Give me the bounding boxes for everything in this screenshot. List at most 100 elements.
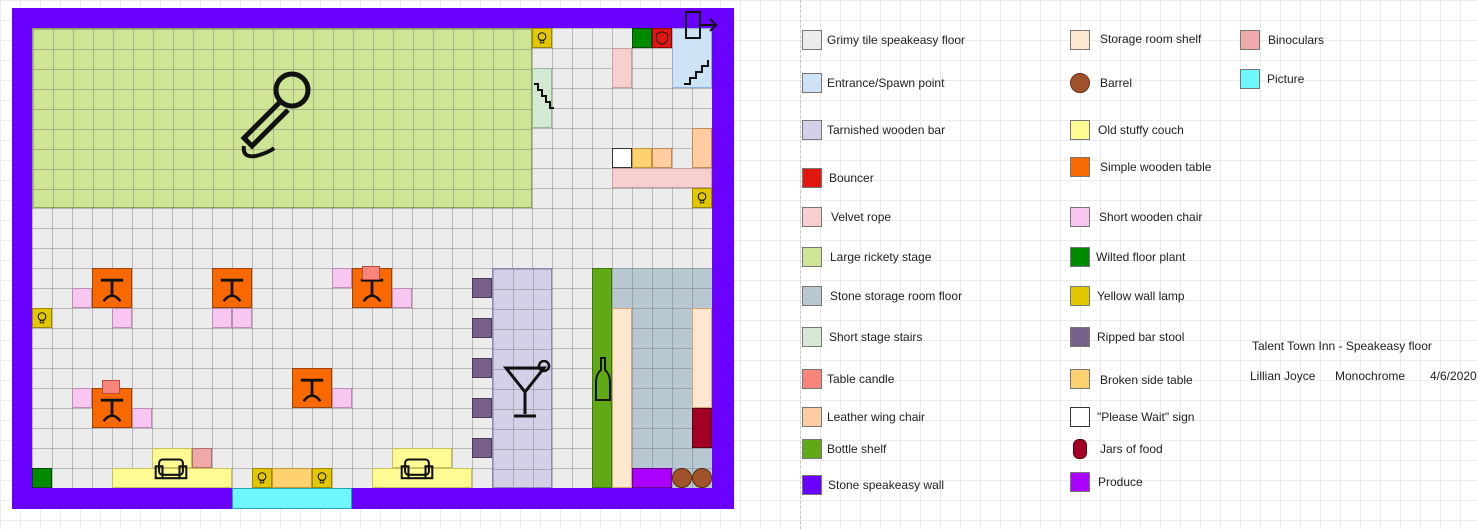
legend-divider [800, 0, 801, 529]
legend-swatch [1070, 73, 1090, 93]
legend-swatch [1070, 407, 1090, 427]
legend-label: Table candle [827, 372, 895, 386]
bar-stool [472, 358, 492, 378]
wooden-chair [332, 388, 352, 408]
light-bulb-icon [697, 192, 707, 204]
legend-label: Yellow wall lamp [1097, 289, 1185, 303]
legend-swatch [802, 30, 822, 50]
legend-label: Stone storage room floor [830, 289, 963, 303]
bar-stool [472, 438, 492, 458]
legend-label: Simple wooden table [1100, 160, 1212, 174]
legend-label: Tarnished wooden bar [827, 123, 946, 137]
wilted-plant [32, 468, 52, 488]
armchair-icon [154, 458, 188, 480]
light-bulb-icon [257, 472, 267, 484]
legend-label: Velvet rope [831, 210, 892, 224]
table-candle [102, 380, 120, 394]
barrel [672, 468, 692, 488]
storage-shelf [612, 308, 632, 488]
velvet-rope [612, 168, 712, 188]
legend-swatch [802, 475, 822, 495]
table-candle [362, 266, 380, 280]
wing-chair [652, 148, 672, 168]
legend-swatch [802, 168, 822, 188]
wing-chair [692, 128, 712, 168]
wooden-chair [212, 308, 232, 328]
legend-label: Broken side table [1100, 373, 1193, 387]
jars-of-food [692, 408, 712, 448]
please-wait-sign [612, 148, 632, 168]
legend-swatch [1070, 369, 1090, 389]
wooden-chair [72, 288, 92, 308]
wilted-plant [632, 28, 652, 48]
storage-shelf [692, 308, 712, 408]
legend-label: Jars of food [1100, 442, 1163, 456]
light-bulb-icon [317, 472, 327, 484]
legend-label: "Please Wait" sign [1097, 410, 1195, 424]
legend-swatch [1070, 157, 1090, 177]
bottle-icon [595, 357, 611, 401]
side-table [632, 148, 652, 168]
light-bulb-icon [37, 312, 47, 324]
map-date: 4/6/2020 [1430, 369, 1477, 383]
wooden-chair [332, 268, 352, 288]
wooden-chair [112, 308, 132, 328]
table-icon [360, 278, 384, 302]
legend-swatch [1070, 120, 1090, 140]
table-icon [100, 398, 124, 422]
legend-swatch [802, 369, 822, 389]
legend-label: Produce [1098, 475, 1143, 489]
speakeasy-floor-map [12, 8, 734, 509]
wooden-chair [392, 288, 412, 308]
cocktail-glass-icon [502, 360, 551, 418]
legend-swatch [1073, 439, 1087, 459]
legend-label: Binoculars [1268, 33, 1325, 47]
legend-swatch [1070, 286, 1090, 306]
microphone-icon [240, 71, 311, 159]
legend-label: Ripped bar stool [1097, 330, 1185, 344]
map-author: Lillian Joyce [1250, 369, 1316, 383]
legend-label: Bouncer [829, 171, 874, 185]
legend-swatch [1070, 30, 1090, 50]
wooden-chair [132, 408, 152, 428]
map-title: Talent Town Inn - Speakeasy floor [1252, 339, 1432, 353]
legend-swatch [1070, 207, 1090, 227]
bar-stool [472, 318, 492, 338]
legend-label: Entrance/Spawn point [827, 76, 945, 90]
table-icon [100, 278, 124, 302]
legend-swatch [802, 407, 822, 427]
stairs-icon [534, 83, 554, 109]
legend-label: Leather wing chair [827, 410, 926, 424]
velvet-rope [612, 48, 632, 88]
bar-stool [472, 398, 492, 418]
wooden-chair [72, 388, 92, 408]
bar-stool [472, 278, 492, 298]
light-bulb-icon [537, 32, 547, 44]
picture [232, 488, 352, 509]
barrel [692, 468, 712, 488]
legend-swatch [1240, 30, 1260, 50]
map-style: Monochrome [1335, 369, 1406, 383]
legend-swatch [802, 439, 822, 459]
legend-label: Short stage stairs [829, 330, 923, 344]
legend-label: Large rickety stage [830, 250, 932, 264]
legend-label: Wilted floor plant [1096, 250, 1186, 264]
legend-swatch [802, 286, 822, 306]
wooden-chair [232, 308, 252, 328]
legend-swatch [802, 247, 822, 267]
legend-swatch [1070, 472, 1090, 492]
produce [632, 468, 672, 488]
legend-swatch [802, 120, 822, 140]
binoculars [192, 448, 212, 468]
legend-label: Grimy tile speakeasy floor [827, 33, 966, 47]
legend-swatch [802, 73, 822, 93]
legend-swatch [1070, 327, 1090, 347]
legend-label: Short wooden chair [1099, 210, 1203, 224]
exit-door-icon [685, 11, 718, 39]
legend-swatch [1070, 247, 1090, 267]
legend-swatch [802, 327, 822, 347]
stairs-icon [684, 60, 709, 85]
legend-label: Barrel [1100, 76, 1133, 90]
legend-label: Bottle shelf [827, 442, 887, 456]
legend-label: Picture [1267, 72, 1305, 86]
